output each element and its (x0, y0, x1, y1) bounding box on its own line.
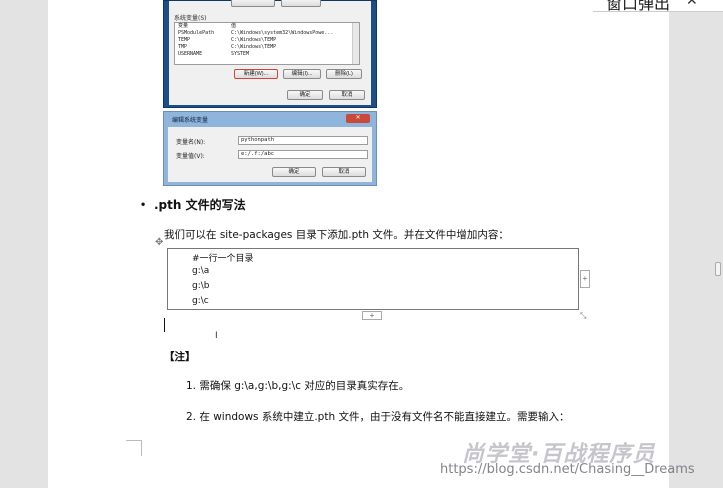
header-var: 变量 (178, 23, 189, 29)
code-line: g:\c (192, 296, 209, 306)
section-heading: .pth 文件的写法 (154, 198, 246, 212)
text-cursor (164, 318, 165, 332)
row-value: SYSTEM (231, 51, 250, 57)
add-row-icon[interactable]: + (362, 311, 382, 320)
table-row: PSModulePath C:\Windows\system32\WindowsP… (175, 30, 359, 37)
code-line: #一行一个目录 (192, 254, 254, 264)
system-vars-table: 变量 值 PSModulePath C:\Windows\system32\Wind… (174, 22, 360, 65)
system-vars-label: 系统变量(S) (174, 15, 207, 22)
cancel-button: 取消 (322, 167, 366, 177)
code-line: g:\a (192, 266, 210, 276)
row-var: TMP (178, 44, 188, 50)
ok-button: 确定 (272, 167, 316, 177)
bullet-icon: • (141, 197, 146, 211)
row-value: C:\Windows\TEMP (231, 37, 277, 43)
top-button-2 (281, 0, 321, 7)
left-gutter (0, 0, 48, 488)
new-button: 新建(W)... (234, 69, 278, 79)
popout-label[interactable]: 窗口弹出 (606, 0, 670, 14)
code-table[interactable]: #一行一个目录 g:\a g:\b g:\c (167, 248, 579, 310)
list-item: 2. 在 windows 系统中建立.pth 文件，由于没有文件名不能直接建立。… (186, 411, 570, 423)
var-name-field: pythonpath (238, 136, 368, 145)
row-var: TEMP (178, 37, 191, 43)
table-row: TEMP C:\Windows\TEMP (175, 37, 359, 44)
env-vars-dialog-body: 系统变量(S) 变量 值 PSModulePath C:\Windows\syste… (169, 0, 371, 105)
table-row: USERNAME SYSTEM (175, 51, 359, 58)
env-vars-dialog-image: 系统变量(S) 变量 值 PSModulePath C:\Windows\syste… (163, 0, 377, 108)
table-move-handle-icon[interactable]: ✥ (155, 237, 163, 248)
edit-button: 编辑(I)... (283, 69, 321, 79)
cancel-button: 取消 (329, 90, 365, 100)
note-label: 【注】 (164, 351, 196, 363)
row-value: C:\Windows\system32\WindowsPowe... (231, 30, 334, 36)
mouse-ibeam-icon: Ⅰ (215, 330, 218, 340)
right-gutter (669, 0, 723, 488)
close-icon[interactable]: ✕ (686, 0, 698, 9)
row-var: USERNAME (178, 51, 203, 57)
table-resize-icon[interactable]: ⤡ (580, 311, 586, 321)
row-value: C:\Windows\TEMP (231, 44, 277, 50)
paragraph: 我们可以在 site-packages 目录下添加.pth 文件。并在文件中增加… (164, 229, 509, 241)
table-row: TMP C:\Windows\TEMP (175, 44, 359, 51)
row-var: PSModulePath (178, 30, 215, 36)
delete-button: 删除(L) (326, 69, 362, 79)
page-corner-mark (126, 440, 142, 456)
var-value-field: e:/.f:/abc (238, 150, 368, 159)
table-header-row: 变量 值 (175, 23, 359, 30)
header-value: 值 (231, 23, 237, 29)
table-scrollbar (352, 23, 359, 64)
list-item: 1. 需确保 g:\a,g:\b,g:\c 对应的目录真实存在。 (186, 380, 410, 392)
edit-var-dialog-body: 变量名(N): pythonpath 变量值(V): e:/.f:/abc 确定… (168, 127, 372, 182)
scrollbar-thumb[interactable] (715, 262, 721, 276)
ok-button: 确定 (287, 90, 323, 100)
var-value-label: 变量值(V): (176, 153, 205, 160)
top-button-1 (231, 0, 275, 7)
var-name-label: 变量名(N): (176, 139, 206, 146)
close-icon: ✕ (346, 114, 370, 123)
edit-var-dialog-image: 编辑系统变量 ✕ 变量名(N): pythonpath 变量值(V): e:/.… (163, 111, 377, 186)
code-line: g:\b (192, 281, 210, 291)
add-column-icon[interactable]: + (580, 270, 590, 288)
watermark-url: https://blog.csdn.net/Chasing__Dreams (440, 462, 695, 477)
dialog-title: 编辑系统变量 (172, 117, 209, 124)
